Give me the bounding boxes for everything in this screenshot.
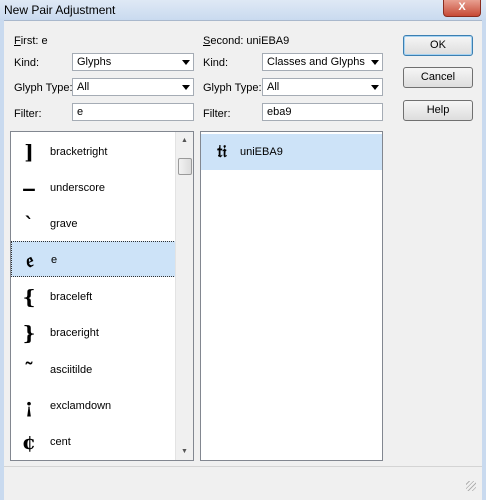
list-item[interactable]: ¡ exclamdown	[11, 388, 176, 424]
second-kind-label: Kind:	[203, 57, 229, 69]
list-item[interactable]: { braceleft	[11, 279, 176, 315]
glyph-preview: ˜	[24, 358, 34, 382]
scroll-thumb[interactable]	[178, 158, 192, 175]
list-item-selected[interactable]: 𝔢 e	[11, 241, 176, 277]
glyph-preview: {	[22, 285, 36, 309]
glyph-name: e	[51, 254, 58, 266]
second-filter-label: Filter:	[203, 108, 231, 120]
second-glyph-type-value: All	[267, 81, 280, 93]
first-filter-input[interactable]	[73, 104, 193, 120]
window-frame-left	[0, 20, 4, 500]
window-title: New Pair Adjustment	[4, 3, 116, 17]
first-filter-label: Filter:	[14, 108, 42, 120]
glyph-preview: ]	[24, 140, 34, 164]
list-item[interactable]: ¢ cent	[11, 424, 176, 460]
list-item[interactable]: } braceright	[11, 315, 176, 351]
chevron-down-icon	[182, 85, 190, 90]
first-header: First: e	[14, 35, 48, 47]
glyph-preview: 𝔱𝔦	[217, 142, 227, 162]
glyph-preview: ˋ	[24, 212, 34, 236]
first-glyph-type-value: All	[77, 81, 90, 93]
first-kind-value: Glyphs	[77, 56, 112, 68]
chevron-down-icon	[371, 60, 379, 65]
glyph-name: underscore	[50, 182, 106, 194]
glyph-preview: ¢	[22, 430, 36, 454]
second-glyph-type-select[interactable]: All	[262, 78, 383, 96]
second-kind-select[interactable]: Classes and Glyphs	[262, 53, 383, 71]
second-glyph-list[interactable]: 𝔱𝔦 uniEBA9	[200, 131, 383, 461]
first-filter-field[interactable]	[72, 103, 194, 121]
glyph-name: uniEBA9	[240, 146, 283, 158]
glyph-name: braceright	[50, 327, 99, 339]
glyph-name: cent	[50, 436, 71, 448]
second-filter-input[interactable]	[263, 104, 382, 120]
ok-button[interactable]: OK	[403, 35, 473, 56]
window-frame-right	[482, 20, 486, 500]
glyph-name: braceleft	[50, 291, 93, 303]
second-glyph-type-label: Glyph Type:	[203, 82, 262, 94]
glyph-preview: ‒	[22, 176, 36, 200]
glyph-name: grave	[50, 218, 78, 230]
cancel-button[interactable]: Cancel	[403, 67, 473, 88]
chevron-down-icon	[182, 60, 190, 65]
second-kind-value: Classes and Glyphs	[267, 56, 365, 68]
first-kind-label: Kind:	[14, 57, 40, 69]
glyph-preview: 𝔢	[26, 248, 34, 272]
glyph-name: asciitilde	[50, 364, 93, 376]
first-header-text: irst: e	[20, 35, 48, 47]
resize-grip-icon[interactable]	[466, 481, 476, 491]
scroll-up-arrow-icon[interactable]: ▲	[176, 132, 193, 149]
first-glyph-type-select[interactable]: All	[72, 78, 194, 96]
second-header-text: econd: uniEBA9	[210, 35, 290, 47]
first-kind-select[interactable]: Glyphs	[72, 53, 194, 71]
second-filter-field[interactable]	[262, 103, 383, 121]
first-header-accel: F	[14, 35, 21, 47]
glyph-name: bracketright	[50, 146, 108, 158]
chevron-down-icon	[371, 85, 379, 90]
title-bar: New Pair Adjustment X	[0, 0, 486, 21]
status-bar	[4, 466, 482, 497]
help-button[interactable]: Help	[403, 100, 473, 121]
list-item[interactable]: ˋ grave	[11, 206, 176, 242]
vertical-scrollbar[interactable]: ▲ ▼	[175, 132, 193, 460]
scroll-down-arrow-icon[interactable]: ▼	[176, 443, 193, 460]
list-item[interactable]: ] bracketright	[11, 134, 176, 170]
glyph-preview: ¡	[24, 394, 34, 418]
glyph-preview: }	[22, 321, 36, 345]
first-glyph-type-label: Glyph Type:	[14, 82, 73, 94]
list-item[interactable]: ˜ asciitilde	[11, 352, 176, 388]
close-button[interactable]: X	[443, 0, 481, 17]
list-item[interactable]: ‒ underscore	[11, 170, 176, 206]
second-header: Second: uniEBA9	[203, 35, 289, 47]
first-glyph-list[interactable]: ] bracketright ‒ underscore ˋ grave 𝔢 e …	[10, 131, 194, 461]
glyph-name: exclamdown	[50, 400, 112, 412]
list-item-selected[interactable]: 𝔱𝔦 uniEBA9	[201, 134, 382, 170]
